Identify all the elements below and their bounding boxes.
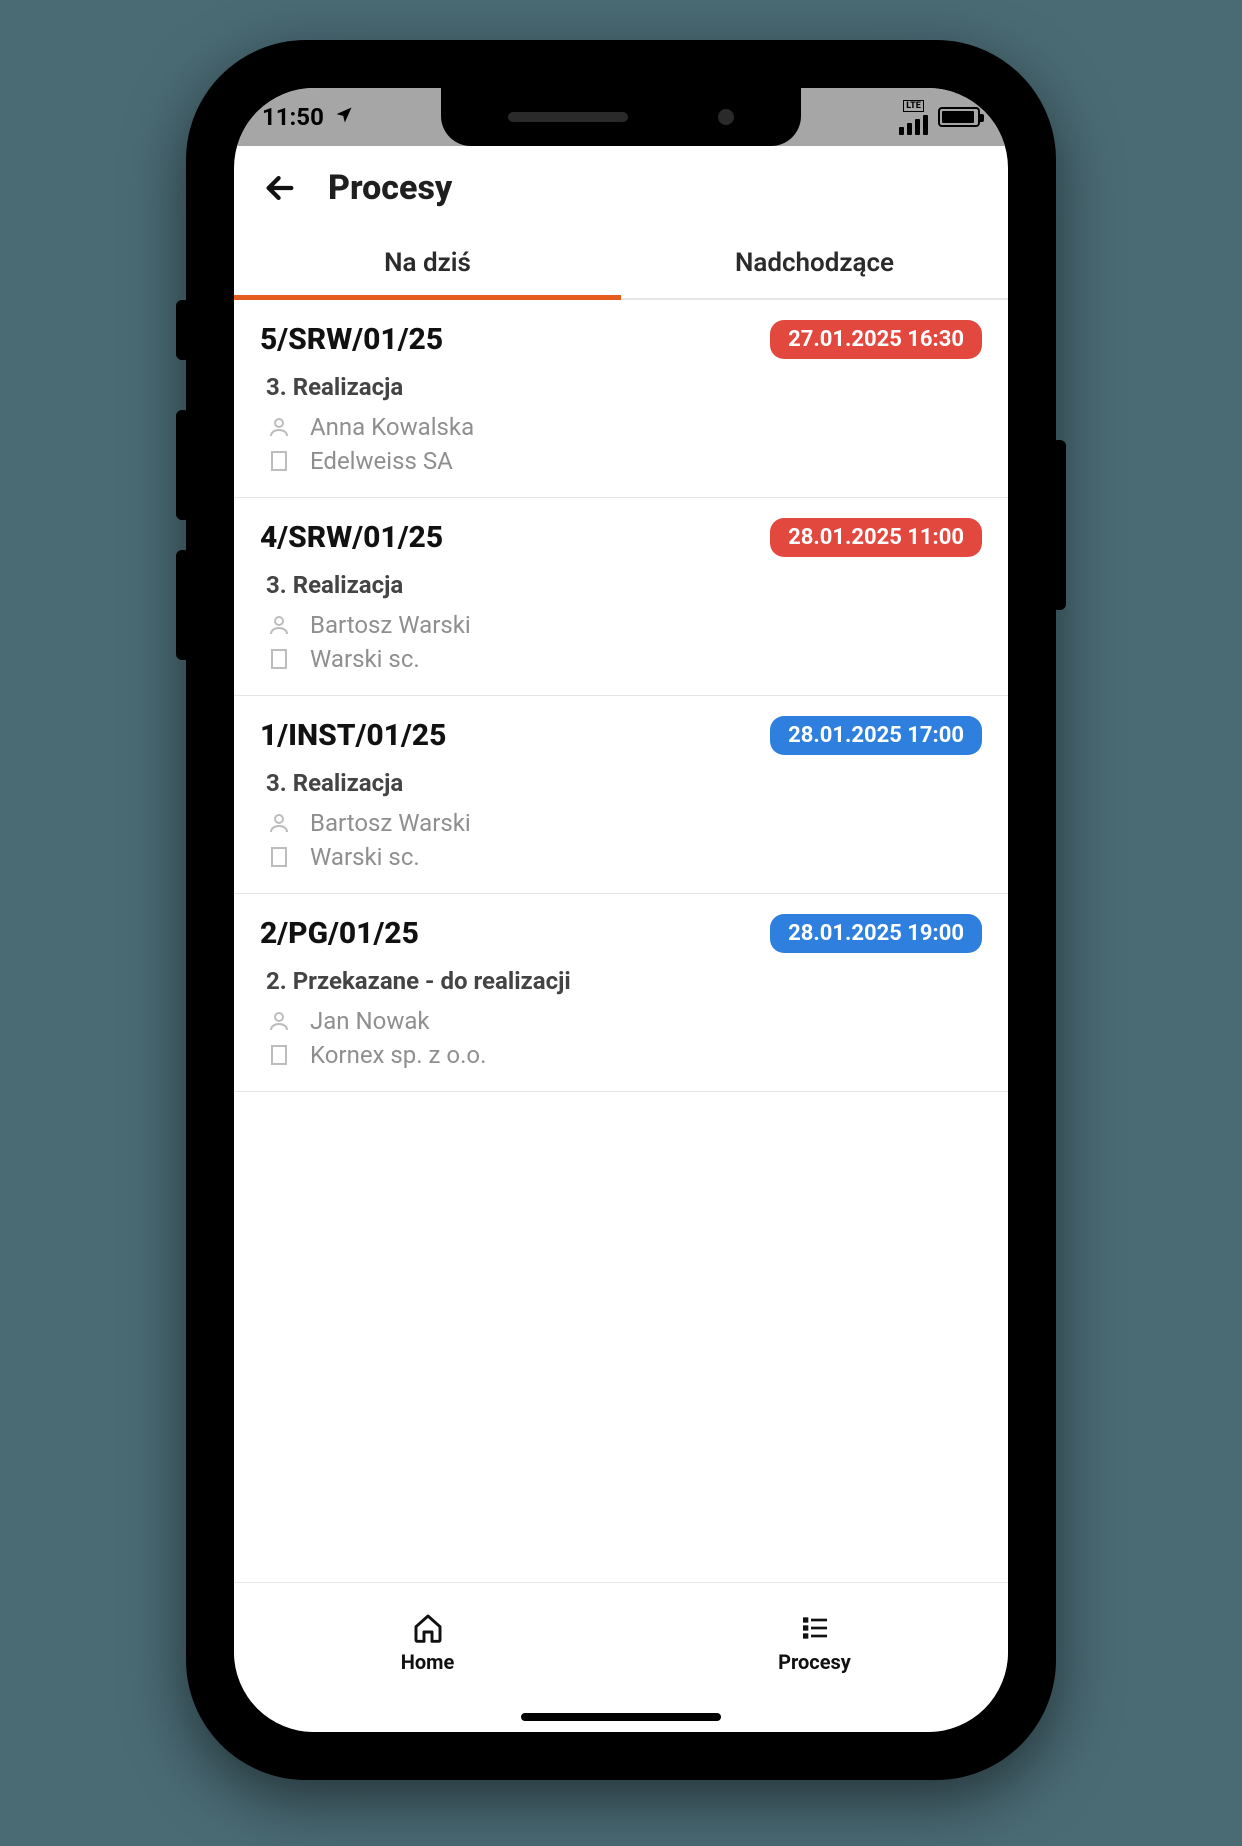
location-icon [334, 103, 354, 131]
home-indicator[interactable] [521, 1713, 721, 1721]
screen: 11:50 LTE [234, 88, 1008, 1732]
process-status: 3. Realizacja [266, 769, 982, 797]
company-name: Warski sc. [310, 843, 420, 871]
person-icon [266, 612, 292, 638]
status-bar: 11:50 LTE [234, 88, 1008, 146]
company-name: Warski sc. [310, 645, 420, 673]
speaker-grill [508, 112, 628, 122]
tab-today[interactable]: Na dziś [234, 226, 621, 298]
nav-home[interactable]: Home [234, 1583, 621, 1702]
person-name: Anna Kowalska [310, 413, 474, 441]
person-row: Jan Nowak [266, 1007, 982, 1035]
company-row: Kornex sp. z o.o. [266, 1041, 982, 1069]
building-icon [266, 646, 292, 672]
datetime-badge: 28.01.2025 11:00 [770, 518, 982, 557]
home-icon [412, 1612, 444, 1644]
person-icon [266, 810, 292, 836]
tabs: Na dziś Nadchodzące [234, 226, 1008, 300]
status-right: LTE [899, 100, 980, 135]
nav-label: Procesy [778, 1650, 851, 1674]
app-header: Procesy [234, 146, 1008, 226]
nav-processes[interactable]: Procesy [621, 1583, 1008, 1702]
tab-upcoming[interactable]: Nadchodzące [621, 226, 1008, 298]
list-item[interactable]: 2/PG/01/25 28.01.2025 19:00 2. Przekazan… [234, 894, 1008, 1092]
front-camera [718, 109, 734, 125]
person-row: Anna Kowalska [266, 413, 982, 441]
list-item[interactable]: 5/SRW/01/25 27.01.2025 16:30 3. Realizac… [234, 300, 1008, 498]
status-left: 11:50 [262, 103, 354, 131]
list-icon [799, 1612, 831, 1644]
arrow-left-icon [263, 171, 297, 205]
person-name: Bartosz Warski [310, 611, 471, 639]
building-icon [266, 1042, 292, 1068]
company-row: Warski sc. [266, 843, 982, 871]
person-name: Jan Nowak [310, 1007, 430, 1035]
nav-label: Home [401, 1650, 455, 1674]
tab-label: Na dziś [384, 248, 471, 278]
process-list[interactable]: 5/SRW/01/25 27.01.2025 16:30 3. Realizac… [234, 300, 1008, 1582]
process-id: 4/SRW/01/25 [260, 520, 443, 555]
tab-label: Nadchodzące [735, 248, 894, 278]
network-label: LTE [903, 100, 924, 112]
building-icon [266, 448, 292, 474]
datetime-badge: 27.01.2025 16:30 [770, 320, 982, 359]
battery-icon [938, 107, 980, 127]
person-row: Bartosz Warski [266, 611, 982, 639]
process-id: 5/SRW/01/25 [260, 322, 443, 357]
datetime-badge: 28.01.2025 19:00 [770, 914, 982, 953]
bottom-nav: Home Procesy [234, 1582, 1008, 1702]
process-status: 3. Realizacja [266, 571, 982, 599]
process-id: 2/PG/01/25 [260, 916, 419, 951]
list-item[interactable]: 1/INST/01/25 28.01.2025 17:00 3. Realiza… [234, 696, 1008, 894]
company-name: Edelweiss SA [310, 447, 453, 475]
list-item[interactable]: 4/SRW/01/25 28.01.2025 11:00 3. Realizac… [234, 498, 1008, 696]
company-row: Edelweiss SA [266, 447, 982, 475]
process-status: 2. Przekazane - do realizacji [266, 967, 982, 995]
company-row: Warski sc. [266, 645, 982, 673]
process-id: 1/INST/01/25 [260, 718, 446, 753]
signal-icon [899, 113, 928, 135]
process-status: 3. Realizacja [266, 373, 982, 401]
back-button[interactable] [260, 168, 300, 208]
datetime-badge: 28.01.2025 17:00 [770, 716, 982, 755]
notch [441, 88, 801, 146]
person-row: Bartosz Warski [266, 809, 982, 837]
person-name: Bartosz Warski [310, 809, 471, 837]
company-name: Kornex sp. z o.o. [310, 1041, 486, 1069]
home-indicator-area [234, 1702, 1008, 1732]
phone-frame: 11:50 LTE [186, 40, 1056, 1780]
status-time: 11:50 [262, 103, 324, 131]
building-icon [266, 844, 292, 870]
person-icon [266, 1008, 292, 1034]
person-icon [266, 414, 292, 440]
page-title: Procesy [328, 168, 452, 208]
